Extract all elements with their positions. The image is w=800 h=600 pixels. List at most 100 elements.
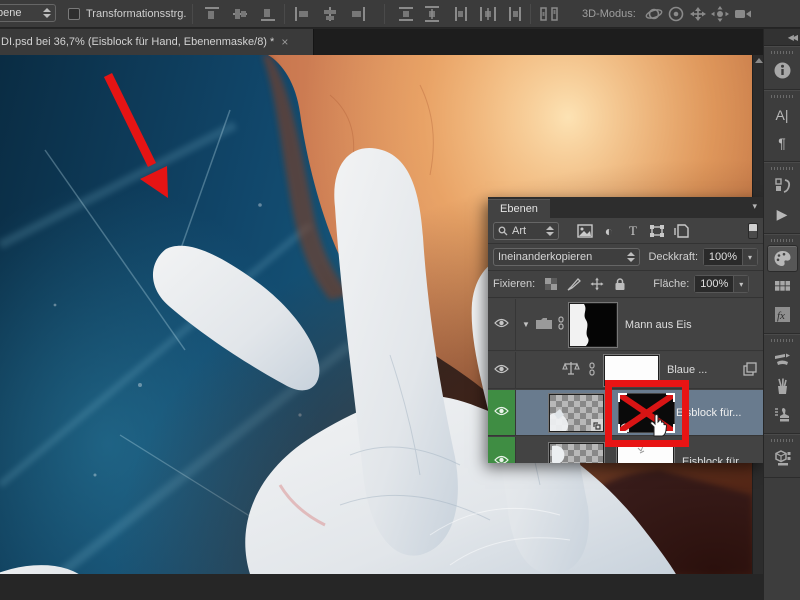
swatches-panel-icon[interactable] xyxy=(767,273,798,300)
eye-icon xyxy=(494,406,509,419)
mask-link-icon xyxy=(557,316,565,333)
visibility-toggle[interactable] xyxy=(488,299,516,350)
layer-filter-row: Art ◐ T xyxy=(488,218,763,244)
layer-thumbnail[interactable] xyxy=(548,441,605,463)
align-bottom-edges-icon[interactable] xyxy=(258,5,278,23)
align-top-edges-icon[interactable] xyxy=(202,5,222,23)
auto-align-layers-icon[interactable] xyxy=(538,5,562,23)
3d-roll-icon[interactable] xyxy=(666,5,686,23)
filter-kind-dropdown[interactable]: Art xyxy=(493,221,559,240)
blend-mode-dropdown[interactable]: Ineinanderkopieren xyxy=(493,248,641,266)
align-left-edges-icon[interactable] xyxy=(292,5,312,23)
drag-grip-icon[interactable] xyxy=(771,439,793,442)
workspace-background xyxy=(0,574,763,600)
blend-mode-row: Ineinanderkopieren Deckkraft: 100% ▾ xyxy=(488,244,763,271)
brush-panel-icon[interactable] xyxy=(767,345,798,372)
drag-grip-icon[interactable] xyxy=(771,167,793,170)
layer-row-group[interactable]: ▼ Mann aus Eis xyxy=(488,299,763,351)
filter-pixel-layers-icon[interactable] xyxy=(573,223,597,238)
3d-camera-icon[interactable] xyxy=(732,5,754,23)
styles-panel-icon[interactable]: fx xyxy=(767,301,798,328)
fill-field[interactable]: 100% ▾ xyxy=(694,275,750,293)
folder-icon xyxy=(535,317,553,333)
paragraph-panel-icon[interactable]: ¶ xyxy=(767,129,798,156)
eye-icon xyxy=(494,364,509,377)
layers-panel-tab-bar: Ebenen ▾ xyxy=(488,197,763,218)
3d-slide-icon[interactable] xyxy=(710,5,730,23)
visibility-toggle[interactable] xyxy=(488,437,516,463)
transform-controls-checkbox[interactable] xyxy=(68,8,80,20)
drag-grip-icon[interactable] xyxy=(771,95,793,98)
group-expand-icon[interactable]: ▼ xyxy=(522,320,530,329)
layer-thumbnail[interactable] xyxy=(548,392,605,433)
layers-tab[interactable]: Ebenen xyxy=(488,199,550,218)
distribute-right-edges-icon[interactable] xyxy=(504,5,524,23)
distribute-left-edges-icon[interactable] xyxy=(452,5,472,23)
3d-pan-icon[interactable] xyxy=(688,5,708,23)
lock-position-icon[interactable] xyxy=(590,277,604,291)
smart-object-badge-icon xyxy=(591,418,603,431)
align-horizontal-centers-icon[interactable] xyxy=(320,5,340,23)
brush-presets-panel-icon[interactable] xyxy=(767,373,798,400)
dock-group-3d xyxy=(764,434,800,478)
lock-pixels-icon[interactable] xyxy=(567,277,582,291)
document-tab[interactable]: DI.psd bei 36,7% (Eisblock für Hand, Ebe… xyxy=(0,29,314,55)
filter-type-layers-icon[interactable]: T xyxy=(621,223,645,239)
dock-group-styles-actions: ▶ xyxy=(764,162,800,234)
actions-panel-icon[interactable]: ▶ xyxy=(767,201,798,228)
layer-name[interactable]: Mann aus Eis xyxy=(625,319,692,331)
drag-grip-icon[interactable] xyxy=(771,239,793,242)
filter-smart-objects-icon[interactable] xyxy=(669,223,693,238)
drag-grip-icon[interactable] xyxy=(771,339,793,342)
distribute-vertical-centers-icon[interactable] xyxy=(422,5,442,23)
lock-transparency-icon[interactable] xyxy=(544,277,558,291)
document-tab-bar: DI.psd bei 36,7% (Eisblock für Hand, Ebe… xyxy=(0,29,763,55)
collapse-icon: ◀◀ xyxy=(787,32,798,42)
layer-name[interactable]: Blaue ... xyxy=(667,364,707,376)
eye-icon xyxy=(494,318,509,331)
options-bar: bene Transformationsstrg. 3D-Modus: xyxy=(0,0,800,28)
visibility-toggle[interactable] xyxy=(488,352,516,388)
filter-kind-label: Art xyxy=(512,224,527,237)
panel-menu-icon[interactable]: ▾ xyxy=(752,201,757,212)
opacity-field[interactable]: 100% ▾ xyxy=(703,248,758,266)
color-panel-icon[interactable] xyxy=(766,245,798,272)
align-vertical-centers-icon[interactable] xyxy=(230,5,250,23)
group-mask-thumbnail[interactable] xyxy=(567,301,618,348)
dock-group-type: A| ¶ xyxy=(764,90,800,162)
3d-orbit-icon[interactable] xyxy=(644,5,664,23)
distribute-horizontal-centers-icon[interactable] xyxy=(478,5,498,23)
scrollbar-up-icon xyxy=(755,58,763,63)
dropdown-arrow-icon[interactable]: ▾ xyxy=(733,276,749,292)
tab-close-icon[interactable]: × xyxy=(281,35,288,49)
clone-source-panel-icon[interactable] xyxy=(767,401,798,428)
separator xyxy=(192,4,193,24)
filter-adjustment-layers-icon[interactable]: ◐ xyxy=(597,223,621,239)
hand-cursor-icon xyxy=(650,414,668,437)
separator xyxy=(284,4,285,24)
transform-controls-label: Transformationsstrg. xyxy=(86,8,187,20)
layer-badge-icon xyxy=(743,361,757,379)
search-icon xyxy=(498,226,508,235)
dock-collapse-button[interactable]: ◀◀ xyxy=(764,29,800,46)
paragraph-styles-panel-icon[interactable] xyxy=(767,173,798,200)
dock-group-color: fx xyxy=(764,234,800,334)
blend-mode-value: Ineinanderkopieren xyxy=(498,251,593,263)
drag-grip-icon[interactable] xyxy=(771,51,793,54)
distribute-top-edges-icon[interactable] xyxy=(396,5,416,23)
panel-dock: ◀◀ A| ¶ ▶ fx xyxy=(763,29,800,600)
spinner-icon xyxy=(43,8,51,18)
fill-label: Fläche: xyxy=(653,278,690,290)
layer-comps-panel-icon[interactable] xyxy=(767,445,798,472)
align-right-edges-icon[interactable] xyxy=(348,5,368,23)
filter-toggle-switch[interactable] xyxy=(748,222,758,239)
visibility-toggle[interactable] xyxy=(488,390,516,435)
layer-name[interactable]: Eisblock für... xyxy=(682,456,747,464)
color-balance-icon xyxy=(562,361,580,379)
tool-preset-dropdown[interactable]: bene xyxy=(0,4,56,22)
dropdown-arrow-icon[interactable]: ▾ xyxy=(742,249,757,265)
lock-all-icon[interactable] xyxy=(613,277,627,291)
character-panel-icon[interactable]: A| xyxy=(767,101,798,128)
filter-shape-layers-icon[interactable] xyxy=(645,224,669,238)
info-panel-icon[interactable] xyxy=(767,57,798,84)
